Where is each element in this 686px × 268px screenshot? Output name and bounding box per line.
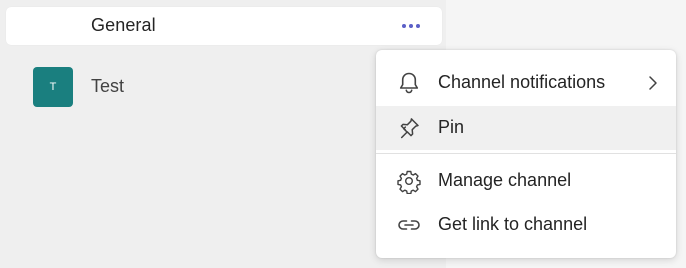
channel-item-general[interactable]: General: [6, 7, 442, 45]
team-avatar: T: [33, 67, 73, 107]
menu-item-label: Manage channel: [438, 170, 572, 190]
chevron-right-icon: [649, 76, 657, 90]
menu-item-label: Get link to channel: [438, 214, 588, 234]
channel-name: General: [91, 15, 156, 35]
menu-item-label: Channel notifications: [438, 72, 606, 92]
menu-item-channel-notifications[interactable]: Channel notifications: [376, 61, 676, 105]
menu-item-pin[interactable]: Pin: [376, 106, 676, 150]
bell-icon: [399, 72, 419, 94]
gear-icon: [397, 170, 421, 194]
pin-icon: [400, 118, 419, 139]
channel-context-menu: Channel notifications Pin Manage channel…: [376, 50, 676, 258]
menu-item-label: Pin: [438, 117, 465, 137]
link-icon: [398, 220, 420, 230]
more-options-icon[interactable]: [396, 15, 426, 37]
menu-item-manage-channel[interactable]: Manage channel: [376, 159, 676, 203]
menu-item-get-link[interactable]: Get link to channel: [376, 203, 676, 247]
menu-divider: [376, 153, 676, 154]
team-name: Test: [91, 76, 125, 96]
